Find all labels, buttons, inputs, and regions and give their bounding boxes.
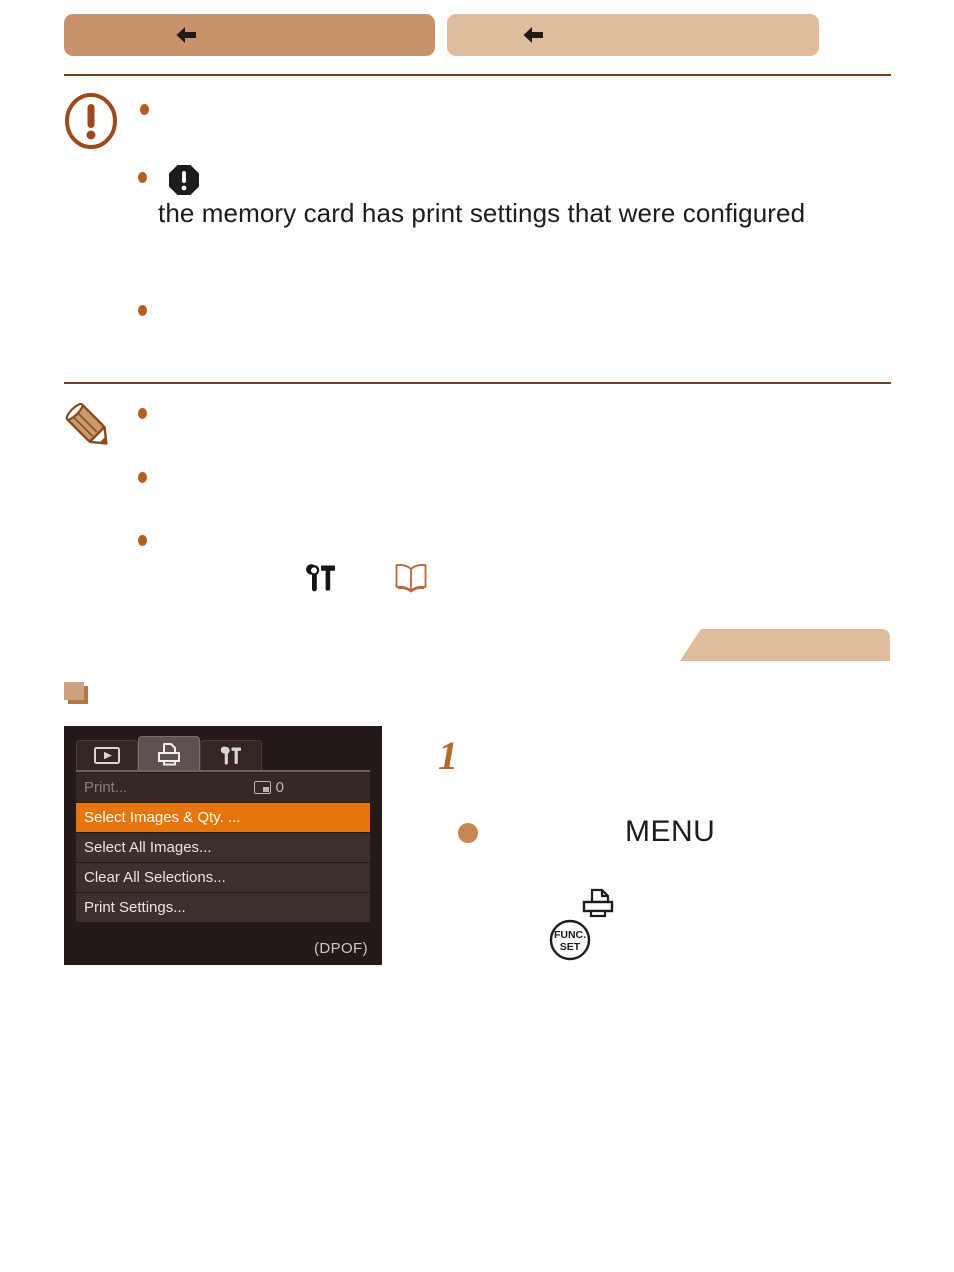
step-number: 1: [438, 733, 458, 778]
left-arrow-icon: [447, 23, 819, 47]
square-marker-front: [64, 682, 84, 700]
menu-button-label: MENU: [625, 815, 716, 848]
camera-tabs-underline: [76, 770, 370, 772]
note-pencil-icon: [60, 398, 120, 458]
tab-settings[interactable]: [200, 740, 262, 770]
caution-text-line: the memory card has print settings that …: [158, 198, 806, 228]
camera-menu-screenshot: Print... 0 Select Images & Qty. ... Sele…: [64, 726, 382, 965]
func-set-bottom-label: SET: [560, 941, 581, 953]
print-count-value: 0: [275, 779, 284, 796]
nav-pill-primary[interactable]: [64, 14, 435, 56]
camera-menu-row-print-settings[interactable]: Print Settings...: [76, 893, 370, 923]
print-count-group: 0: [253, 779, 284, 796]
camera-menu-rows: Print... 0 Select Images & Qty. ... Sele…: [76, 773, 370, 923]
caution-bullet-3: [138, 305, 147, 316]
black-octagon-warning-icon: [168, 164, 200, 196]
caution-section-divider: [64, 74, 891, 76]
tab-playback[interactable]: [76, 740, 138, 770]
open-book-icon: [393, 562, 429, 594]
tools-wrench-hammer-icon: [303, 561, 337, 595]
note-bullet-1: [138, 408, 147, 419]
camera-menu-row-select-images[interactable]: Select Images & Qty. ...: [76, 803, 370, 833]
camera-menu-tabs: [76, 736, 262, 770]
step-bullet: [458, 823, 478, 843]
caution-exclamation-circle-icon: [62, 92, 122, 152]
playback-triangle-icon: [94, 747, 120, 764]
square-marker-icon: [64, 682, 88, 704]
image-count-icon: [253, 781, 271, 794]
func-set-button-icon: FUNC. SET: [548, 918, 592, 962]
section-header-banner: [680, 629, 890, 661]
note-section-divider: [64, 382, 891, 384]
nav-pill-secondary[interactable]: [447, 14, 819, 56]
left-arrow-icon: [64, 23, 435, 47]
printer-icon: [158, 742, 180, 765]
note-bullet-2: [138, 472, 147, 483]
top-navigation-bar: [64, 14, 890, 56]
camera-menu-row-label: Print...: [84, 779, 128, 796]
tab-print[interactable]: [138, 736, 200, 770]
wrench-hammer-icon: [220, 746, 241, 765]
caution-bullet-1: [140, 104, 149, 115]
camera-menu-row-clear-all[interactable]: Clear All Selections...: [76, 863, 370, 893]
camera-menu-dpof-label: (DPOF): [313, 940, 368, 957]
printer-icon: [580, 888, 616, 920]
camera-menu-row-select-all[interactable]: Select All Images...: [76, 833, 370, 863]
camera-menu-row-label: Print Settings...: [84, 899, 186, 916]
note-bullet-3: [138, 535, 147, 546]
camera-menu-row-label: Clear All Selections...: [84, 869, 226, 886]
camera-menu-row-label: Select Images & Qty. ...: [84, 809, 241, 826]
func-set-top-label: FUNC.: [554, 929, 586, 941]
caution-bullet-2: [138, 172, 147, 183]
camera-menu-row-print[interactable]: Print... 0: [76, 773, 370, 803]
camera-menu-row-label: Select All Images...: [84, 839, 212, 856]
